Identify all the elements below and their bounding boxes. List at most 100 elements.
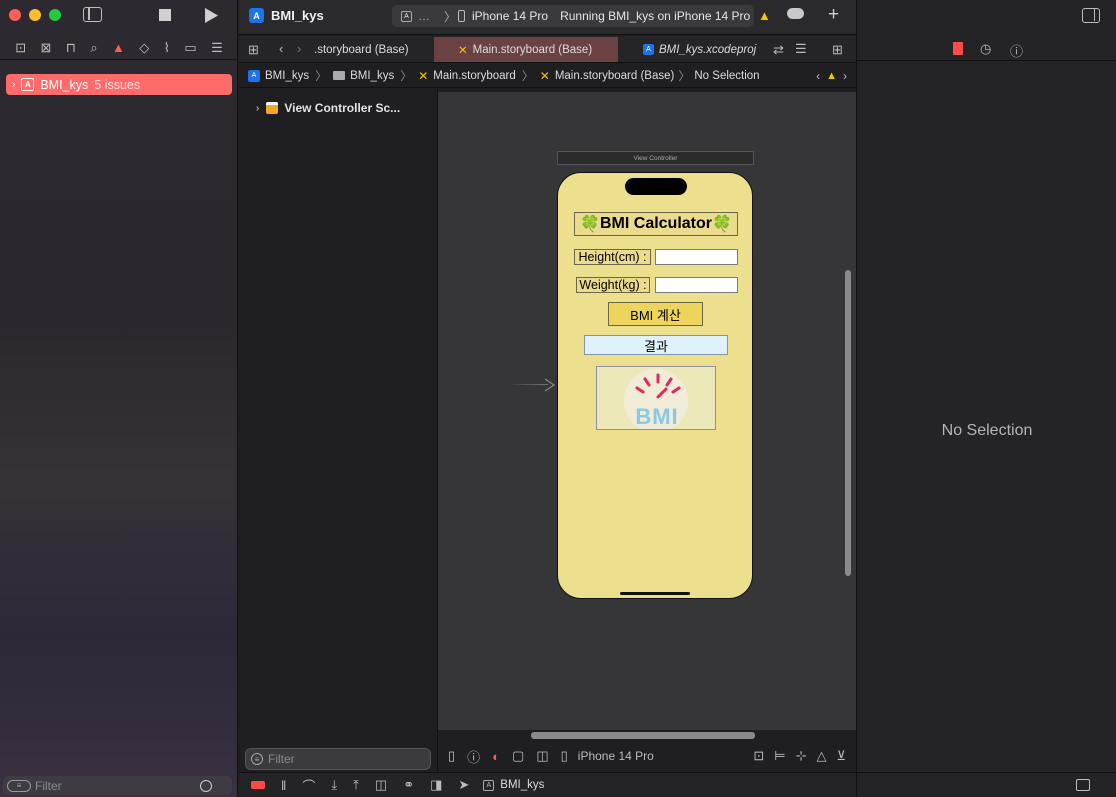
stop-button[interactable] — [159, 9, 171, 21]
related-items-icon[interactable]: ⇄ — [773, 42, 784, 58]
inspector-tab-bar: ◷ ⓘ — [857, 36, 1116, 61]
tab-storyboard-base[interactable]: .storyboard (Base) — [314, 37, 434, 62]
help-icon[interactable]: ⓘ — [1010, 41, 1023, 60]
run-button[interactable] — [204, 8, 218, 23]
folder-icon — [333, 71, 346, 80]
environment-icon[interactable]: ◨ — [430, 777, 442, 793]
chevron-right-icon: 〉 — [521, 69, 534, 83]
align-icon[interactable]: ⊨ — [774, 748, 785, 764]
navigator-filter[interactable]: ≡ Filter — [3, 776, 232, 795]
project-icon: A — [248, 69, 260, 82]
sidebar-toggle-icon[interactable] — [83, 7, 102, 22]
breadcrumb-item[interactable]: No Selection — [694, 70, 759, 82]
navigator-tab-bar: ⊡ ⊠ ⊓ ⌕ ▲ ◇ ⌇ ▭ ☰ — [0, 36, 238, 60]
entry-point-arrow[interactable] — [508, 384, 548, 385]
minimize-window-button[interactable] — [29, 9, 41, 21]
console-toggle-icon[interactable] — [1076, 779, 1090, 791]
next-issue-icon[interactable]: › — [843, 69, 847, 83]
outline-scene-row[interactable]: › View Controller Sc... — [256, 101, 400, 115]
iphone-frame[interactable]: 🍀 BMI Calculator 🍀 Height(cm) : Weight(k… — [557, 172, 753, 599]
back-icon[interactable]: ‹ — [279, 41, 283, 56]
breakpoint-icon[interactable]: ▭ — [184, 40, 196, 56]
debug-target[interactable]: BMI_kys — [500, 779, 544, 791]
filter-placeholder: Filter — [35, 778, 62, 793]
breadcrumb-item[interactable]: BMI_kys — [265, 70, 309, 82]
report-icon[interactable]: ☰ — [211, 40, 223, 56]
warning-icon[interactable]: ▲ — [826, 70, 837, 82]
disclosure-icon[interactable]: › — [12, 79, 15, 90]
grid-icon[interactable]: ⊞ — [248, 42, 259, 58]
project-row[interactable]: › A BMI_kys 5 issues — [6, 74, 232, 95]
breadcrumb-item[interactable]: Main.storyboard (Base) — [555, 70, 675, 82]
result-label: 결과 — [584, 335, 728, 355]
zoom-window-button[interactable] — [49, 9, 61, 21]
breadcrumb-item[interactable]: BMI_kys — [350, 70, 394, 82]
history-icon[interactable]: ◷ — [980, 41, 991, 57]
issues-count: 5 issues — [94, 77, 141, 92]
no-selection-label: No Selection — [941, 422, 1033, 439]
weight-field[interactable] — [655, 277, 738, 293]
source-control-icon[interactable]: ⊠ — [40, 40, 51, 56]
chevron-right-icon: 〉 — [444, 9, 457, 24]
zoom-fit-icon[interactable]: ⊡ — [753, 748, 764, 764]
app-title-label: 🍀 BMI Calculator 🍀 — [574, 212, 738, 236]
breakpoints-icon[interactable] — [251, 781, 265, 789]
canvas-device-label[interactable]: iPhone 14 Pro — [578, 749, 654, 763]
split-view-icon[interactable]: ◫ — [536, 748, 548, 764]
editor-options-icon[interactable]: ☰ — [795, 41, 807, 57]
warning-icon[interactable]: ▲ — [758, 8, 771, 23]
tab-main-storyboard[interactable]: ✕ Main.storyboard (Base) — [434, 37, 618, 62]
activity-view[interactable]: A … 〉 iPhone 14 Pro Running BMI_kys on i… — [392, 5, 754, 27]
outline-toggle-icon[interactable]: ▯ — [448, 748, 455, 764]
xcodeproj-icon: A — [643, 44, 654, 55]
device-icon[interactable]: ▯ — [561, 748, 568, 764]
filter-placeholder: Filter — [268, 752, 295, 766]
vertical-scrollbar[interactable] — [845, 270, 851, 576]
cloud-icon[interactable] — [787, 8, 804, 19]
add-constraints-icon[interactable]: ⊹ — [796, 748, 807, 764]
forward-icon[interactable]: › — [297, 41, 301, 56]
memory-graph-icon[interactable]: ⚭ — [403, 777, 414, 793]
search-icon[interactable]: ⌕ — [90, 40, 97, 56]
inspector-panel: ◷ ⓘ No Selection — [856, 0, 1116, 797]
previous-issue-icon[interactable]: ‹ — [816, 69, 820, 83]
resolve-issues-icon[interactable]: △ — [816, 748, 826, 764]
close-window-button[interactable] — [9, 9, 21, 21]
split-editor-icon[interactable]: ⊞ — [832, 42, 843, 58]
step-into-icon[interactable]: ⤓ — [331, 777, 337, 793]
view-hierarchy-icon[interactable]: ◫ — [375, 777, 387, 793]
add-icon[interactable]: + — [828, 4, 839, 26]
file-inspector-icon[interactable] — [953, 42, 963, 55]
inspector-toggle-icon[interactable] — [1082, 8, 1100, 23]
step-over-icon[interactable]: ⌒ — [302, 776, 315, 795]
tab-xcodeproj[interactable]: A BMI_kys.xcodeproj — [618, 37, 761, 62]
orientation-icon[interactable]: ▢ — [512, 748, 524, 764]
breadcrumb-item[interactable]: Main.storyboard — [433, 70, 515, 82]
horizontal-scrollbar[interactable] — [531, 732, 755, 739]
scene-title-bar[interactable]: View Controller — [557, 151, 754, 165]
run-status: Running BMI_kys on iPhone 14 Pro — [560, 9, 751, 23]
recent-files-icon[interactable] — [200, 779, 212, 792]
height-field[interactable] — [655, 249, 738, 265]
storyboard-icon: ✕ — [539, 68, 550, 83]
symbol-icon[interactable]: ⊓ — [66, 40, 76, 56]
step-out-icon[interactable]: ⤒ — [353, 777, 359, 793]
issue-icon[interactable]: ▲ — [112, 40, 125, 55]
bmi-calculate-button[interactable]: BMI 계산 — [608, 302, 703, 326]
scheme-ellipsis: … — [418, 9, 430, 23]
disclosure-icon[interactable]: › — [256, 103, 259, 114]
location-icon[interactable]: ➤ — [458, 777, 469, 793]
test-icon[interactable]: ◇ — [139, 40, 149, 56]
dark-mode-icon[interactable]: ◐ — [492, 749, 500, 764]
view-controller-icon — [266, 102, 279, 114]
outline-filter[interactable]: ≡ Filter — [245, 748, 431, 770]
scheme-icon: A — [401, 10, 412, 22]
gauge-ticks-icon — [635, 373, 681, 399]
folder-icon[interactable]: ⊡ — [15, 40, 26, 56]
main-toolbar: A BMI_kys A … 〉 iPhone 14 Pro Running BM… — [239, 0, 856, 35]
appearance-icon[interactable]: ⓘ — [467, 747, 480, 766]
pause-icon[interactable]: ‖ — [281, 778, 286, 793]
tab-label: Main.storyboard (Base) — [472, 43, 593, 56]
debug-icon[interactable]: ⌇ — [164, 40, 170, 56]
embed-in-icon[interactable]: ⊻ — [836, 748, 846, 764]
